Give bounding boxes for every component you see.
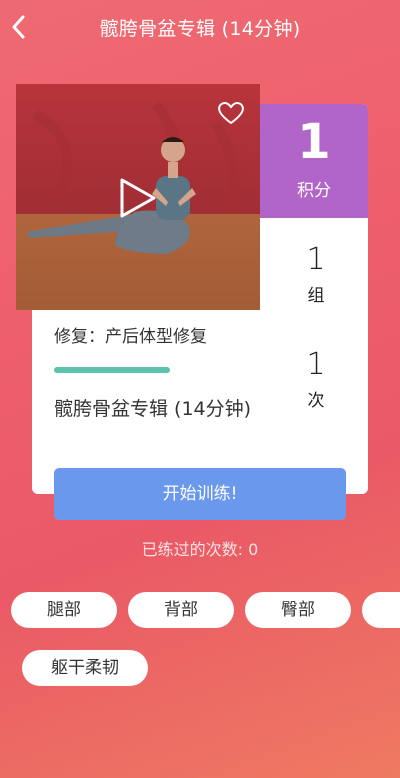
points-label: 积分 — [297, 181, 331, 201]
tag-legs[interactable]: 腿部 — [11, 592, 117, 628]
page-title: 髋胯骨盆专辑 (14分钟) — [99, 17, 301, 40]
points-badge: 1 积分 — [260, 104, 368, 218]
sets-stat: 1 组 — [296, 242, 336, 307]
header-bar: 髋胯骨盆专辑 (14分钟) — [0, 0, 400, 56]
practice-count: 已练过的次数: 0 — [141, 540, 259, 559]
chevron-left-icon — [12, 15, 25, 39]
tag-back[interactable]: 背部 — [128, 592, 234, 628]
back-button[interactable] — [6, 12, 30, 42]
sets-value: 1 — [306, 242, 326, 277]
play-video-button[interactable] — [116, 176, 160, 220]
play-icon — [120, 178, 156, 218]
accent-divider — [54, 367, 170, 373]
favorite-button[interactable] — [216, 100, 246, 126]
course-name: 髋胯骨盆专辑 (14分钟) — [54, 398, 252, 420]
tag-glutes[interactable]: 臀部 — [245, 592, 351, 628]
sets-unit: 组 — [307, 286, 325, 306]
start-training-button[interactable]: 开始训练! — [54, 468, 346, 520]
tag-partial[interactable] — [362, 592, 400, 628]
times-stat: 1 次 — [296, 347, 336, 412]
heart-outline-icon — [218, 101, 244, 124]
times-value: 1 — [306, 347, 326, 382]
points-value: 1 — [297, 114, 331, 170]
tag-torso-flexibility[interactable]: 躯干柔韧 — [22, 650, 148, 686]
times-unit: 次 — [307, 391, 325, 411]
course-category: 修复：产后体型修复 — [54, 327, 207, 347]
